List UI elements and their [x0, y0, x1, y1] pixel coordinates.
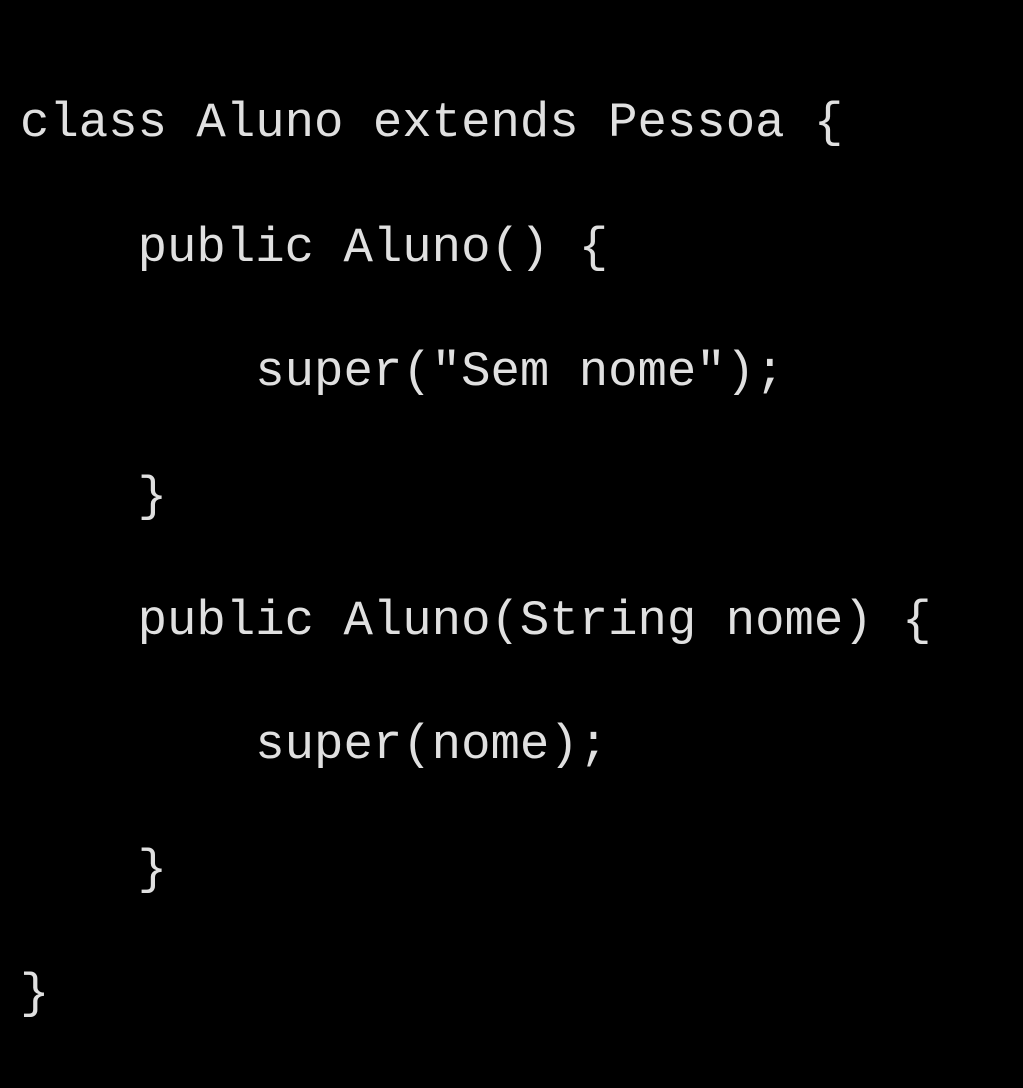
code-line-2: public Aluno() {: [20, 217, 1003, 279]
code-line-6: super(nome);: [20, 714, 1003, 776]
code-line-4: }: [20, 466, 1003, 528]
code-line-3: super("Sem nome");: [20, 341, 1003, 403]
code-line-7: }: [20, 839, 1003, 901]
code-line-5: public Aluno(String nome) {: [20, 590, 1003, 652]
code-line-8: }: [20, 963, 1003, 1025]
code-line-1: class Aluno extends Pessoa {: [20, 92, 1003, 154]
code-snippet: class Aluno extends Pessoa { public Alun…: [20, 30, 1003, 1088]
